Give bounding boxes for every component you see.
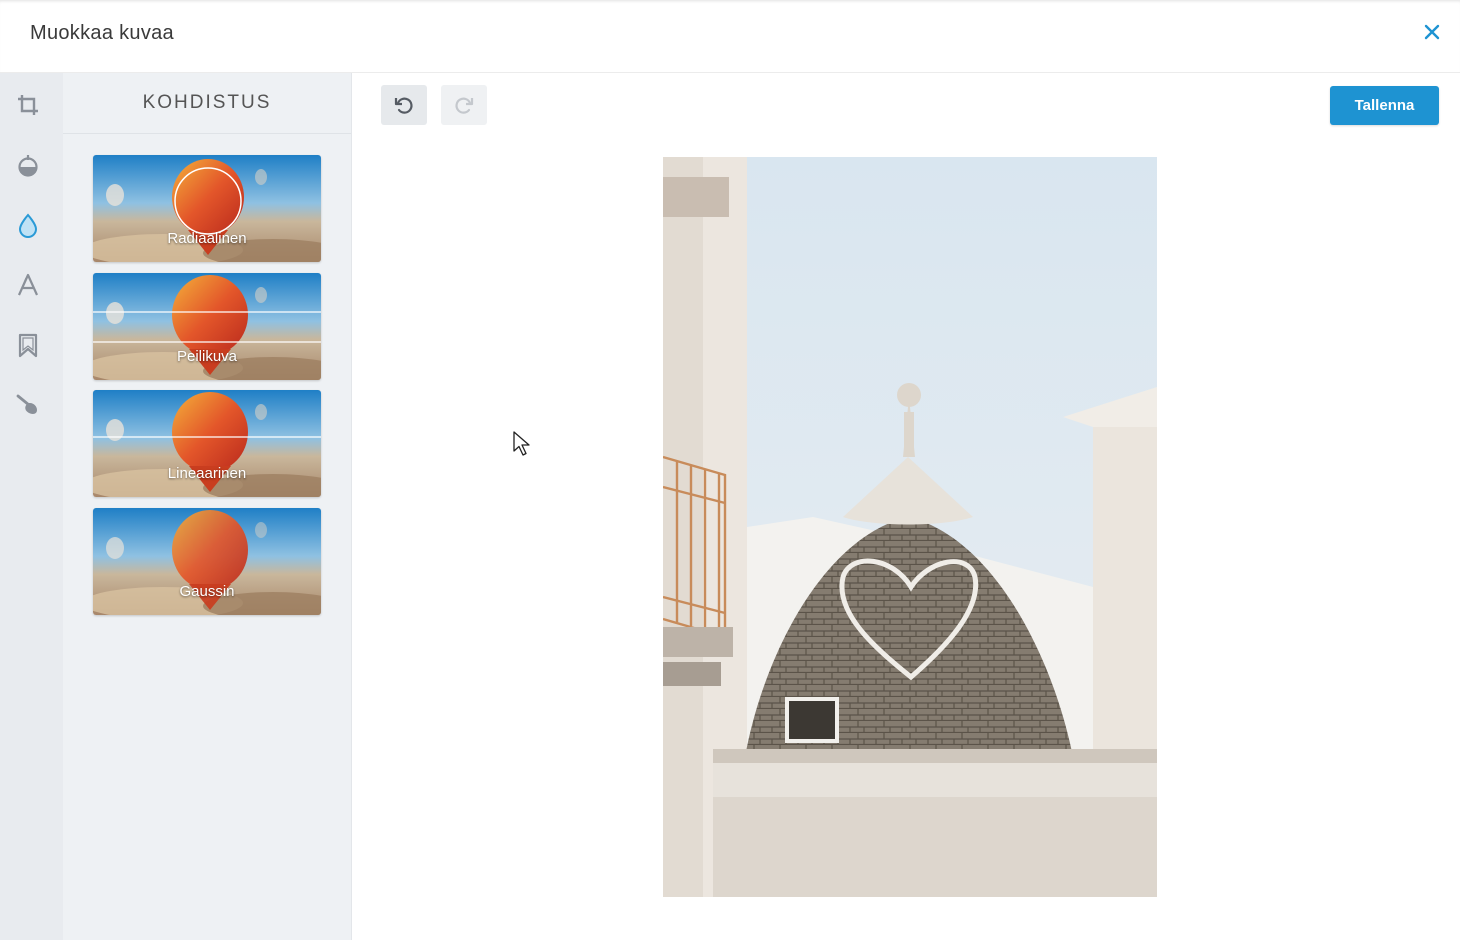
close-icon bbox=[1424, 24, 1440, 40]
focus-option-mirror[interactable]: Peilikuva bbox=[93, 273, 321, 380]
dialog-titlebar: Muokkaa kuvaa bbox=[0, 0, 1460, 73]
focus-option-linear[interactable]: Lineaarinen bbox=[93, 390, 321, 497]
adjust-tool-button[interactable] bbox=[12, 149, 44, 181]
panel-title: KOHDISTUS bbox=[63, 73, 351, 134]
focus-drop-icon bbox=[18, 213, 38, 238]
brush-tool-button[interactable] bbox=[12, 389, 44, 421]
sticker-tool-button[interactable] bbox=[12, 329, 44, 361]
mouse-cursor-icon bbox=[513, 431, 530, 456]
close-button[interactable] bbox=[1420, 20, 1444, 44]
redo-button[interactable] bbox=[441, 85, 487, 125]
undo-button[interactable] bbox=[381, 85, 427, 125]
text-icon bbox=[17, 273, 39, 296]
dialog-title: Muokkaa kuvaa bbox=[30, 22, 174, 44]
brush-icon bbox=[16, 394, 37, 414]
save-button[interactable]: Tallenna bbox=[1330, 86, 1439, 125]
focus-option-label: Gaussin bbox=[179, 583, 235, 600]
redo-icon bbox=[455, 97, 474, 114]
focus-option-label: Lineaarinen bbox=[167, 465, 247, 482]
crop-icon bbox=[18, 95, 38, 115]
focus-option-label: Peilikuva bbox=[176, 348, 238, 365]
editor-canvas-area: Tallenna bbox=[352, 73, 1460, 940]
edited-photo[interactable] bbox=[663, 157, 1157, 897]
undo-icon bbox=[394, 97, 413, 114]
bookmark-icon bbox=[18, 333, 38, 358]
crop-tool-button[interactable] bbox=[12, 89, 44, 121]
focus-panel: KOHDISTUS Radiaalinen Peilikuva Lineaari… bbox=[63, 73, 352, 940]
adjust-icon bbox=[18, 155, 38, 177]
focus-option-label: Radiaalinen bbox=[167, 230, 247, 247]
tool-rail bbox=[0, 73, 63, 940]
text-tool-button[interactable] bbox=[12, 269, 44, 301]
focus-option-gaussian[interactable]: Gaussin bbox=[93, 508, 321, 615]
focus-option-radial[interactable]: Radiaalinen bbox=[93, 155, 321, 262]
focus-tool-button[interactable] bbox=[12, 209, 44, 241]
